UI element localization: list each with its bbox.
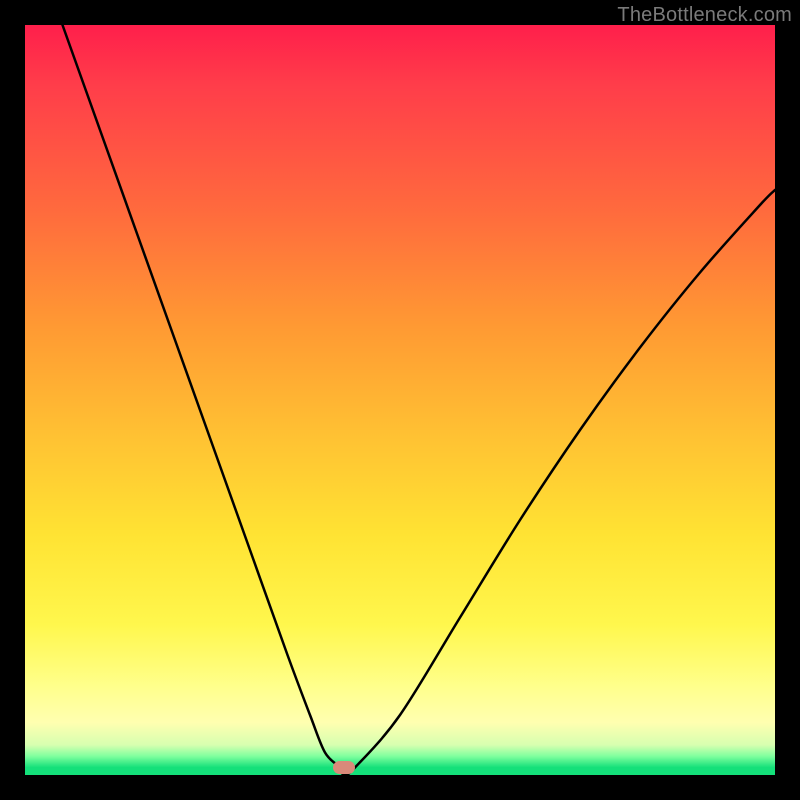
outer-frame: TheBottleneck.com — [0, 0, 800, 800]
bottleneck-curve — [25, 25, 775, 775]
watermark-text: TheBottleneck.com — [617, 4, 792, 27]
plot-area — [25, 25, 775, 775]
minimum-marker — [333, 761, 355, 774]
